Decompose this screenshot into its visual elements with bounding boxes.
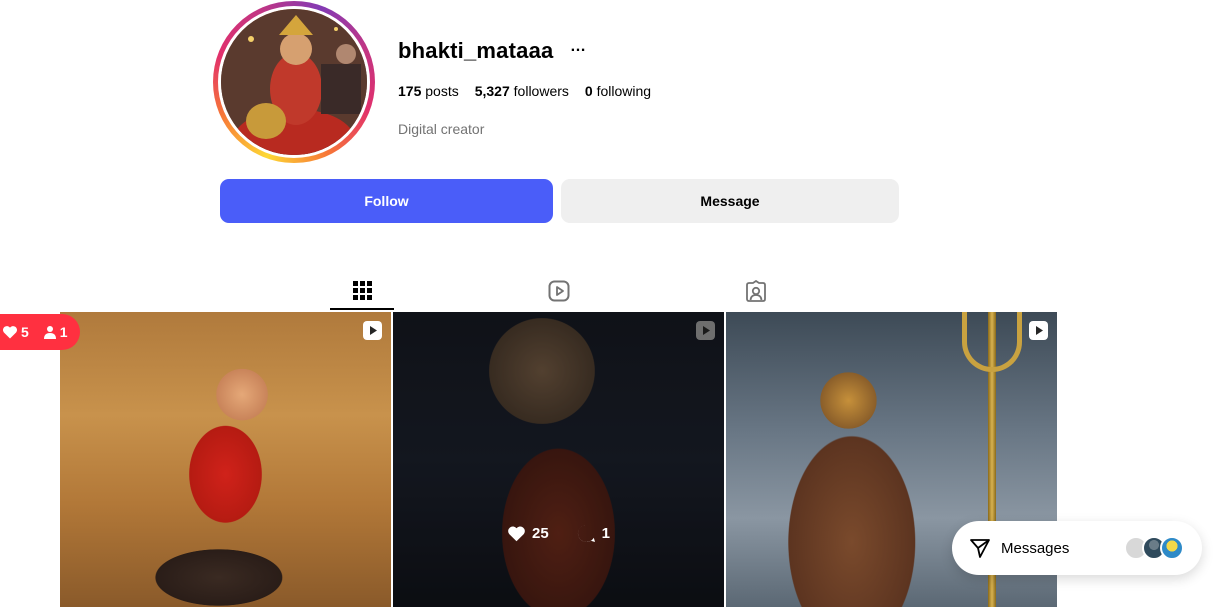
post-hover-stats: 25 1	[393, 524, 724, 543]
heart-icon	[2, 326, 18, 339]
followers-count: 5,327	[474, 83, 510, 99]
comment-icon	[577, 524, 595, 542]
heart-icon	[508, 526, 525, 542]
likes-count: 5	[21, 324, 29, 340]
following-label: following	[596, 83, 652, 99]
reels-icon	[548, 280, 570, 302]
followers-notification: 1	[43, 324, 68, 340]
tab-posts[interactable]	[330, 272, 394, 310]
message-button[interactable]: Message	[561, 179, 899, 223]
tab-reels[interactable]	[527, 272, 591, 310]
following-stat[interactable]: 0 following	[585, 83, 651, 99]
posts-label: posts	[425, 83, 459, 99]
post-tile[interactable]	[60, 312, 391, 607]
trident-head	[962, 312, 1022, 372]
profile-avatar[interactable]	[213, 1, 375, 163]
reel-icon	[1029, 321, 1048, 340]
messages-drawer[interactable]: Messages	[952, 521, 1202, 575]
reel-icon	[696, 321, 715, 340]
reel-icon	[363, 321, 382, 340]
profile-stats: 175 posts 5,327 followers 0 following	[398, 83, 651, 99]
person-icon	[43, 326, 56, 339]
tab-tagged[interactable]	[724, 272, 788, 310]
post-comments: 1	[577, 524, 610, 543]
posts-stat: 175 posts	[398, 83, 459, 99]
posts-count: 175	[398, 83, 422, 99]
avatar-image	[221, 9, 367, 155]
more-options-icon[interactable]: …	[570, 38, 586, 56]
post-likes: 25	[507, 524, 549, 543]
following-count: 0	[584, 83, 593, 99]
grid-icon	[352, 280, 372, 300]
followers-stat[interactable]: 5,327 followers	[475, 83, 569, 99]
post-tile[interactable]: 25 1	[393, 312, 724, 607]
post-grid: 25 1	[60, 312, 1058, 607]
avatar-illustration	[221, 9, 367, 155]
messages-label: Messages	[1001, 539, 1070, 557]
tagged-icon	[746, 280, 766, 302]
direct-message-icon	[970, 539, 990, 558]
profile-category: Digital creator	[398, 121, 485, 137]
post-comments-count: 1	[601, 525, 611, 542]
follow-button[interactable]: Follow	[220, 179, 553, 223]
profile-username: bhakti_mataaa	[398, 38, 554, 63]
post-likes-count: 25	[531, 525, 549, 542]
likes-notification: 5	[2, 324, 29, 340]
followers-label: followers	[513, 83, 569, 99]
profile-page: bhakti_mataaa … 175 posts 5,327 follower…	[0, 0, 1222, 607]
new-followers-count: 1	[59, 324, 68, 340]
message-avatars	[1124, 536, 1184, 560]
activity-notification[interactable]: 5 1	[0, 314, 80, 350]
avatar	[1160, 536, 1184, 560]
